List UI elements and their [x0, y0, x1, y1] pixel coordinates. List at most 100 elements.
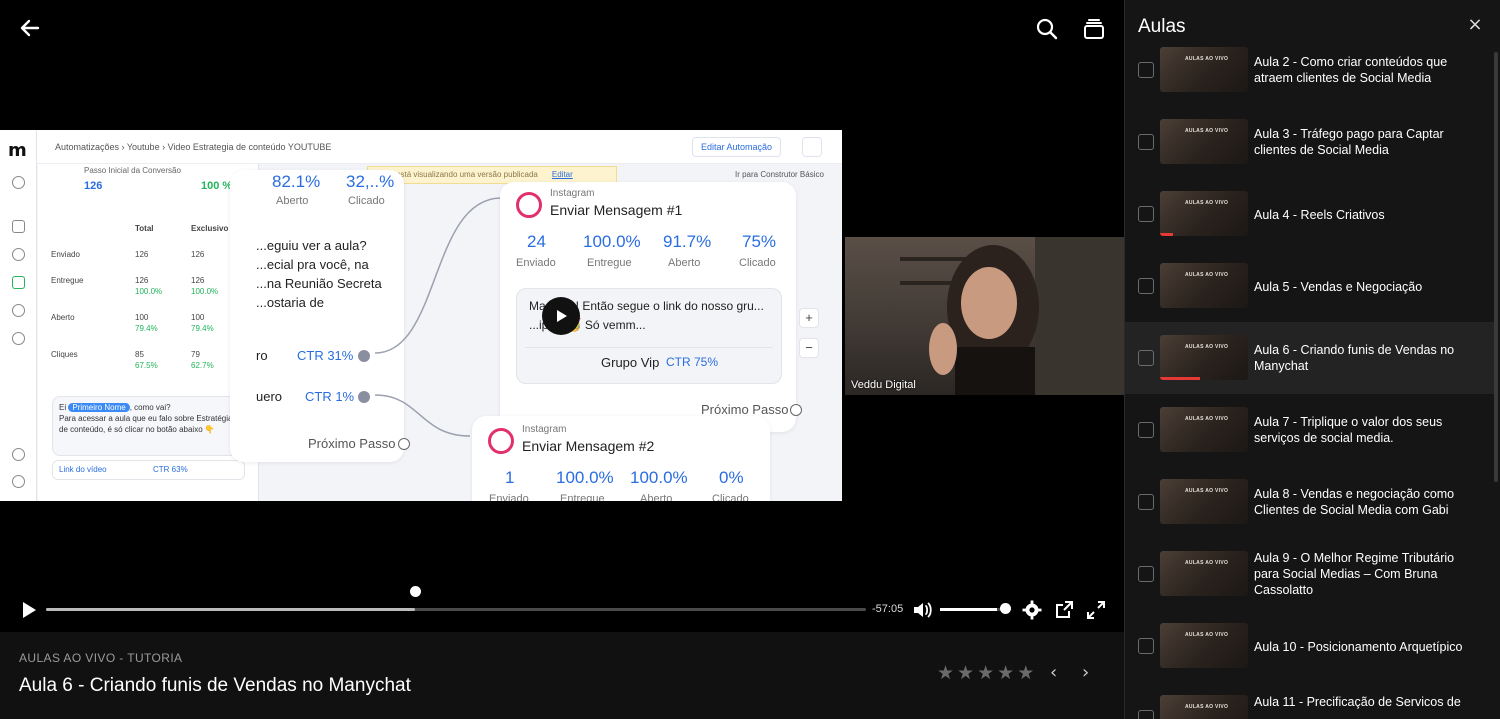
lesson-checkbox[interactable]	[1138, 566, 1154, 582]
lesson-item[interactable]: AULAS AO VIVO Aula 3 - Tráfego pago para …	[1125, 106, 1497, 178]
lesson-thumbnail: AULAS AO VIVO	[1160, 263, 1248, 308]
lesson-checkbox[interactable]	[1138, 62, 1154, 78]
node-subtitle: Instagram	[550, 188, 595, 199]
arrow-left-icon	[20, 19, 40, 37]
star-icon[interactable]: ★	[977, 663, 994, 683]
metric-value: 100.0%	[583, 232, 641, 251]
node-title: Enviar Mensagem #2	[522, 438, 655, 454]
lesson-item[interactable]: AULAS AO VIVO Aula 8 - Vendas e negociaçã…	[1125, 466, 1497, 538]
lessons-panel: Aulas × AULAS AO VIVO Aula 2 - Como criar…	[1124, 0, 1500, 719]
search-icon	[1036, 18, 1058, 40]
lesson-item[interactable]: AULAS AO VIVO Aula 10 - Posicionamento Ar…	[1125, 610, 1497, 682]
close-icon[interactable]: ×	[1465, 14, 1485, 36]
metric-label: Clicado	[739, 257, 776, 269]
star-icon[interactable]: ★	[1017, 663, 1034, 683]
lesson-progress-bar	[1160, 377, 1200, 380]
popout-button[interactable]	[1052, 598, 1076, 622]
thumbnail-caption: AULAS AO VIVO	[1185, 704, 1229, 710]
thumbnail-caption: AULAS AO VIVO	[1185, 272, 1229, 278]
instagram-icon	[488, 428, 514, 454]
metric-value: 100.0%	[630, 468, 688, 487]
lesson-title: Aula 8 - Vendas e negociação como Client…	[1254, 487, 1455, 517]
lesson-item[interactable]: AULAS AO VIVO Aula 9 - O Melhor Regime Tr…	[1125, 538, 1497, 610]
back-button[interactable]	[14, 12, 46, 44]
page-title: Aula 6 - Criando funis de Vendas no Many…	[19, 675, 411, 696]
metric-value: 0%	[719, 468, 744, 487]
thumbnail-caption: AULAS AO VIVO	[1185, 56, 1229, 62]
lesson-title: Aula 2 - Como criar conteúdos que atraem…	[1254, 55, 1448, 85]
lessons-scrollbar[interactable]	[1494, 52, 1498, 482]
previous-lesson-button[interactable]: ‹	[1050, 662, 1070, 684]
next-lesson-button[interactable]: ›	[1082, 662, 1102, 684]
lesson-thumbnail: AULAS AO VIVO	[1160, 479, 1248, 524]
player-controls: -57:05	[0, 586, 1124, 630]
lesson-thumbnail: AULAS AO VIVO	[1160, 119, 1248, 164]
lesson-item[interactable]: AULAS AO VIVO Aula 11 - Precificação de S…	[1125, 682, 1497, 719]
star-icon[interactable]: ★	[997, 663, 1014, 683]
node-title: Enviar Mensagem #1	[550, 202, 683, 218]
star-icon[interactable]: ★	[957, 663, 974, 683]
lesson-title: Aula 7 - Triplique o valor dos seus serv…	[1254, 415, 1443, 445]
lesson-item[interactable]: AULAS AO VIVO Aula 4 - Reels Criativos	[1125, 178, 1497, 250]
play-button[interactable]	[16, 598, 40, 622]
metric-value: 75%	[742, 232, 777, 251]
lesson-item[interactable]: AULAS AO VIVO Aula 6 - Criando funis de V…	[1125, 322, 1497, 394]
fullscreen-button[interactable]	[1084, 598, 1108, 622]
thumbnail-caption: AULAS AO VIVO	[1185, 416, 1229, 422]
metric-value: 100.0%	[556, 468, 614, 487]
player-top-bar	[0, 0, 1124, 56]
volume-slider[interactable]	[940, 608, 1006, 611]
lesson-item[interactable]: AULAS AO VIVO Aula 5 - Vendas e Negociaçã…	[1125, 250, 1497, 322]
playlist-button[interactable]	[1079, 14, 1109, 44]
lesson-checkbox[interactable]	[1138, 206, 1154, 222]
lesson-checkbox[interactable]	[1138, 422, 1154, 438]
webcam-label: Veddu Digital	[851, 379, 916, 391]
thumbnail-caption: AULAS AO VIVO	[1185, 560, 1229, 566]
lesson-checkbox[interactable]	[1138, 494, 1154, 510]
progress-bar[interactable]	[46, 608, 866, 611]
play-icon	[23, 602, 36, 618]
metric-label: Aberto	[668, 257, 701, 269]
next-step-handle	[790, 404, 802, 416]
zoom-out-button: −	[799, 338, 819, 358]
thumbnail-caption: AULAS AO VIVO	[1185, 344, 1229, 350]
lesson-thumbnail: AULAS AO VIVO	[1160, 551, 1248, 596]
metric-label: Enviado	[516, 257, 556, 269]
lesson-item[interactable]: AULAS AO VIVO Aula 7 - Triplique o valor …	[1125, 394, 1497, 466]
stack-icon	[1084, 19, 1104, 39]
lesson-title: Aula 11 - Precificação de Servicos de	[1254, 695, 1461, 709]
lesson-checkbox[interactable]	[1138, 638, 1154, 654]
star-icon[interactable]: ★	[937, 663, 954, 683]
lesson-thumbnail: AULAS AO VIVO	[1160, 335, 1248, 380]
video-frame[interactable]: m Automatizações › Youtube › Video Estra…	[0, 130, 842, 501]
webcam-feed: Veddu Digital	[845, 237, 1124, 395]
thumbnail-caption: AULAS AO VIVO	[1185, 632, 1229, 638]
search-button[interactable]	[1032, 14, 1062, 44]
next-step-label: Próximo Passo	[701, 402, 789, 417]
metric-value: 1	[505, 468, 515, 487]
volume-handle[interactable]	[1000, 603, 1011, 614]
lesson-checkbox[interactable]	[1138, 350, 1154, 366]
message-button: Grupo Vip CTR 75%	[525, 347, 773, 375]
lesson-checkbox[interactable]	[1138, 278, 1154, 294]
settings-button[interactable]	[1020, 598, 1044, 622]
fullscreen-icon	[1087, 601, 1105, 619]
lesson-thumbnail: AULAS AO VIVO	[1160, 191, 1248, 236]
metric-label: Entregue	[560, 493, 605, 501]
volume-button[interactable]	[910, 598, 934, 622]
lesson-title: Aula 4 - Reels Criativos	[1254, 208, 1385, 222]
lesson-checkbox[interactable]	[1138, 134, 1154, 150]
thumbnail-caption: AULAS AO VIVO	[1185, 488, 1229, 494]
center-play-button[interactable]	[542, 297, 580, 335]
lesson-checkbox[interactable]	[1138, 710, 1154, 719]
lesson-thumbnail: AULAS AO VIVO	[1160, 407, 1248, 452]
video-player[interactable]: m Automatizações › Youtube › Video Estra…	[0, 0, 1124, 632]
lesson-thumbnail: AULAS AO VIVO	[1160, 47, 1248, 92]
progress-handle[interactable]	[410, 586, 421, 597]
lesson-item[interactable]: AULAS AO VIVO Aula 2 - Como criar conteúd…	[1125, 34, 1497, 106]
metric-label: Entregue	[587, 257, 632, 269]
rating-stars[interactable]: ★ ★ ★ ★ ★	[937, 663, 1034, 683]
lesson-title: Aula 10 - Posicionamento Arquetípico	[1254, 640, 1463, 654]
volume-fill	[940, 608, 997, 611]
progress-fill	[46, 608, 415, 611]
